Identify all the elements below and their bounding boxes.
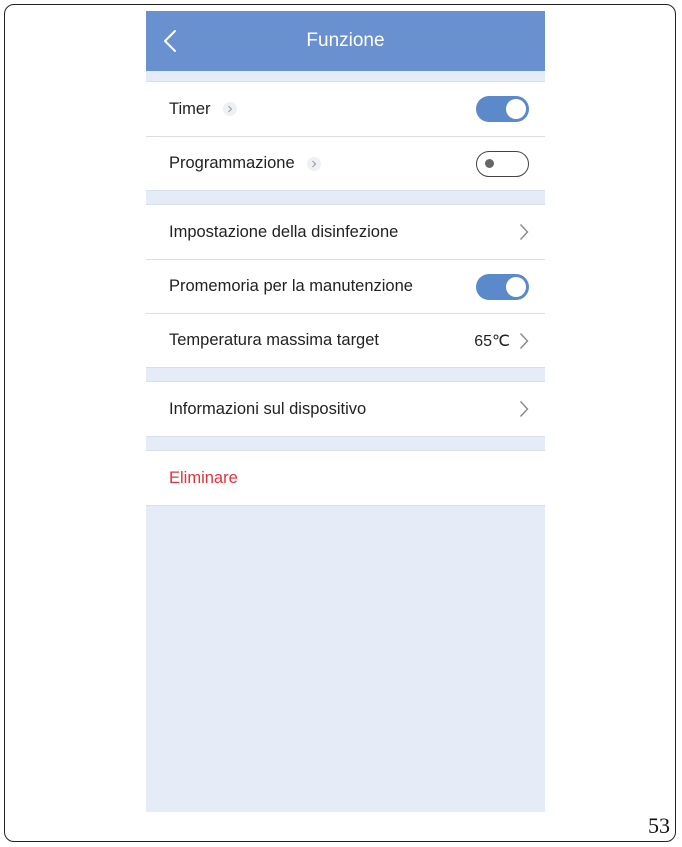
back-chevron-icon xyxy=(164,30,176,52)
chevron-right-icon xyxy=(519,401,529,417)
settings-group-info: Informazioni sul dispositivo xyxy=(146,381,545,437)
chevron-small-icon[interactable] xyxy=(306,156,321,171)
toggle-knob xyxy=(485,158,494,168)
manutenzione-toggle[interactable] xyxy=(476,273,529,300)
toggle-knob xyxy=(506,276,526,297)
disinfezione-label: Impostazione della disinfezione xyxy=(169,222,399,241)
temperatura-label: Temperatura massima target xyxy=(169,331,379,349)
temperatura-value: 65℃ xyxy=(474,332,510,350)
chevron-small-icon[interactable] xyxy=(222,102,237,116)
settings-group-schedule: Timer Programmazione xyxy=(146,81,545,191)
eliminare-button[interactable]: Eliminare xyxy=(146,451,545,505)
manutenzione-label: Promemoria per la manutenzione xyxy=(169,277,413,295)
dispositivo-label: Informazioni sul dispositivo xyxy=(169,399,367,418)
dispositivo-row[interactable]: Informazioni sul dispositivo xyxy=(146,382,545,436)
chevron-right-icon xyxy=(519,332,529,349)
manutenzione-row[interactable]: Promemoria per la manutenzione xyxy=(146,259,545,313)
programmazione-toggle[interactable] xyxy=(476,150,529,177)
eliminare-label: Eliminare xyxy=(169,468,238,487)
page-number: 53 xyxy=(648,813,670,838)
temperatura-row[interactable]: Temperatura massima target 65℃ xyxy=(146,313,545,367)
back-button[interactable] xyxy=(158,27,182,55)
timer-row[interactable]: Timer xyxy=(146,82,545,136)
page-title: Funzione xyxy=(306,30,385,51)
disinfezione-row[interactable]: Impostazione della disinfezione xyxy=(146,205,545,259)
programmazione-row[interactable]: Programmazione xyxy=(146,136,545,190)
phone-screen: Funzione Timer Programmazione Impostazio… xyxy=(146,11,545,812)
programmazione-label: Programmazione xyxy=(169,154,295,172)
header-bar: Funzione xyxy=(146,11,545,71)
settings-group-delete: Eliminare xyxy=(146,450,545,506)
timer-toggle[interactable] xyxy=(476,96,529,122)
toggle-knob xyxy=(506,99,526,119)
timer-label: Timer xyxy=(169,99,211,118)
settings-group-device: Impostazione della disinfezione Promemor… xyxy=(146,204,545,368)
chevron-right-icon xyxy=(519,224,529,240)
